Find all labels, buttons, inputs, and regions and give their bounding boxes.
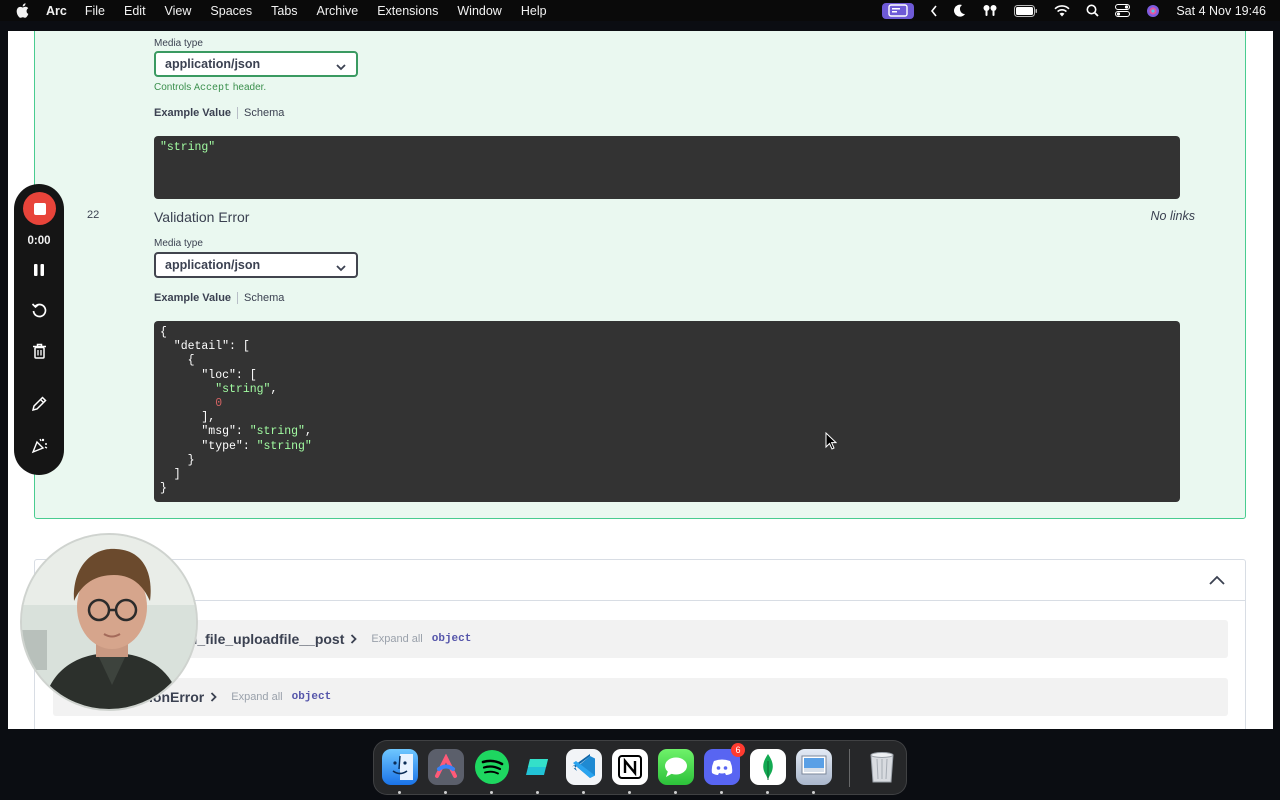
response-code: 22 bbox=[87, 209, 100, 221]
tab-example-value[interactable]: Example Value bbox=[154, 292, 231, 304]
finder-icon[interactable] bbox=[382, 749, 418, 785]
menu-extras: Sat 4 Nov 19:46 bbox=[882, 0, 1266, 21]
tab-divider bbox=[237, 292, 239, 304]
dock-running-dot bbox=[536, 791, 539, 794]
dock-running-dot bbox=[490, 791, 493, 794]
response-links: No links bbox=[1150, 209, 1195, 223]
dock-running-dot bbox=[398, 791, 401, 794]
menu-spaces[interactable]: Spaces bbox=[210, 4, 252, 18]
menu-app-name[interactable]: Arc bbox=[46, 4, 67, 18]
restart-icon[interactable] bbox=[29, 300, 49, 320]
response-description: Validation Error bbox=[154, 209, 250, 225]
spotlight-search-icon[interactable] bbox=[1086, 4, 1099, 17]
tab-schema[interactable]: Schema bbox=[244, 107, 284, 119]
chevron-left-icon[interactable] bbox=[930, 5, 938, 17]
accept-header-note: Controls Accept header. bbox=[154, 82, 267, 94]
mouse-cursor-icon bbox=[825, 431, 838, 455]
screen-record-icon[interactable] bbox=[882, 2, 915, 19]
arc-browser-icon[interactable] bbox=[428, 749, 464, 785]
menu-file[interactable]: File bbox=[85, 4, 105, 18]
responses-panel: Media type application/json Controls Acc… bbox=[34, 31, 1246, 519]
trash-icon[interactable] bbox=[29, 341, 49, 361]
media-type-select[interactable]: application/json bbox=[154, 51, 358, 77]
menu-bar: Arc File Edit View Spaces Tabs Archive E… bbox=[0, 0, 1280, 21]
pencil-icon[interactable] bbox=[29, 394, 49, 414]
menu-tabs[interactable]: Tabs bbox=[271, 4, 297, 18]
dock-running-dot bbox=[812, 791, 815, 794]
menu-window[interactable]: Window bbox=[457, 4, 501, 18]
webcam-bubble[interactable] bbox=[20, 533, 198, 711]
dock-running-dot bbox=[766, 791, 769, 794]
validation-error-example-code: { "detail": [ { "loc": [ "string", 0 ], … bbox=[154, 321, 1180, 502]
example-value-code: "string" bbox=[154, 136, 1180, 199]
chevron-right-icon[interactable] bbox=[350, 634, 358, 644]
media-type-select[interactable]: application/json bbox=[154, 252, 358, 278]
recording-timer: 0:00 bbox=[27, 235, 51, 247]
discord-icon[interactable]: 6 bbox=[704, 743, 745, 785]
trash-bin-icon[interactable] bbox=[864, 749, 900, 785]
chevron-down-icon bbox=[336, 60, 346, 74]
stop-recording-button[interactable] bbox=[23, 192, 56, 225]
dock: 6 bbox=[373, 740, 907, 795]
menu-archive[interactable]: Archive bbox=[317, 4, 359, 18]
dock-running-dot bbox=[720, 791, 723, 794]
screen-recorder-toolbar: 0:00 bbox=[14, 184, 64, 475]
menu-help[interactable]: Help bbox=[521, 4, 547, 18]
preview-icon[interactable] bbox=[796, 749, 832, 785]
media-type-value: application/json bbox=[165, 258, 261, 272]
expand-all-link[interactable]: Expand all bbox=[231, 691, 282, 703]
mongodb-compass-icon[interactable] bbox=[750, 749, 786, 785]
schemas-header[interactable] bbox=[35, 560, 1245, 601]
tab-divider bbox=[237, 107, 239, 119]
chevron-up-icon[interactable] bbox=[1209, 572, 1225, 590]
media-type-label: Media type bbox=[154, 238, 203, 249]
airpods-icon[interactable] bbox=[982, 4, 998, 17]
tab-schema[interactable]: Schema bbox=[244, 292, 284, 304]
wifi-icon[interactable] bbox=[1054, 4, 1070, 17]
pause-icon[interactable] bbox=[29, 260, 49, 280]
schema-model-row[interactable]: ionError Expand all object bbox=[53, 678, 1228, 716]
notion-icon[interactable] bbox=[612, 749, 648, 785]
menu-view[interactable]: View bbox=[165, 4, 192, 18]
control-center-icon[interactable] bbox=[1115, 4, 1131, 17]
battery-icon[interactable] bbox=[1014, 4, 1038, 17]
schemas-section: ad_file_uploadfile__post Expand all obje… bbox=[34, 559, 1246, 729]
model-type: object bbox=[291, 691, 332, 703]
example-schema-tabs: Example Value Schema bbox=[154, 292, 284, 304]
example-schema-tabs: Example Value Schema bbox=[154, 107, 284, 119]
expand-all-link[interactable]: Expand all bbox=[371, 633, 422, 645]
dock-running-dot bbox=[674, 791, 677, 794]
notification-badge: 6 bbox=[731, 743, 745, 757]
dock-running-dot bbox=[444, 791, 447, 794]
vscode-icon[interactable] bbox=[566, 749, 602, 785]
siri-icon[interactable] bbox=[1146, 4, 1160, 18]
dock-running-dot bbox=[582, 791, 585, 794]
menu-extensions[interactable]: Extensions bbox=[377, 4, 438, 18]
chevron-right-icon[interactable] bbox=[210, 692, 218, 702]
dock-running-dot bbox=[628, 791, 631, 794]
model-name[interactable]: ad_file_uploadfile__post bbox=[181, 631, 344, 647]
confetti-effects-icon[interactable] bbox=[29, 435, 49, 455]
dock-separator bbox=[849, 749, 850, 787]
spotify-icon[interactable] bbox=[474, 749, 510, 785]
app-icon[interactable] bbox=[520, 749, 556, 785]
apple-icon[interactable] bbox=[16, 3, 32, 18]
moon-icon[interactable] bbox=[954, 4, 966, 17]
media-type-label: Media type bbox=[154, 38, 203, 49]
media-type-value: application/json bbox=[165, 57, 261, 71]
model-type: object bbox=[431, 633, 472, 645]
menu-edit[interactable]: Edit bbox=[124, 4, 146, 18]
messages-icon[interactable] bbox=[658, 749, 694, 785]
schema-model-row[interactable]: ad_file_uploadfile__post Expand all obje… bbox=[53, 620, 1228, 658]
chevron-down-icon bbox=[336, 261, 346, 275]
tab-example-value[interactable]: Example Value bbox=[154, 107, 231, 119]
menu-clock[interactable]: Sat 4 Nov 19:46 bbox=[1176, 4, 1266, 18]
